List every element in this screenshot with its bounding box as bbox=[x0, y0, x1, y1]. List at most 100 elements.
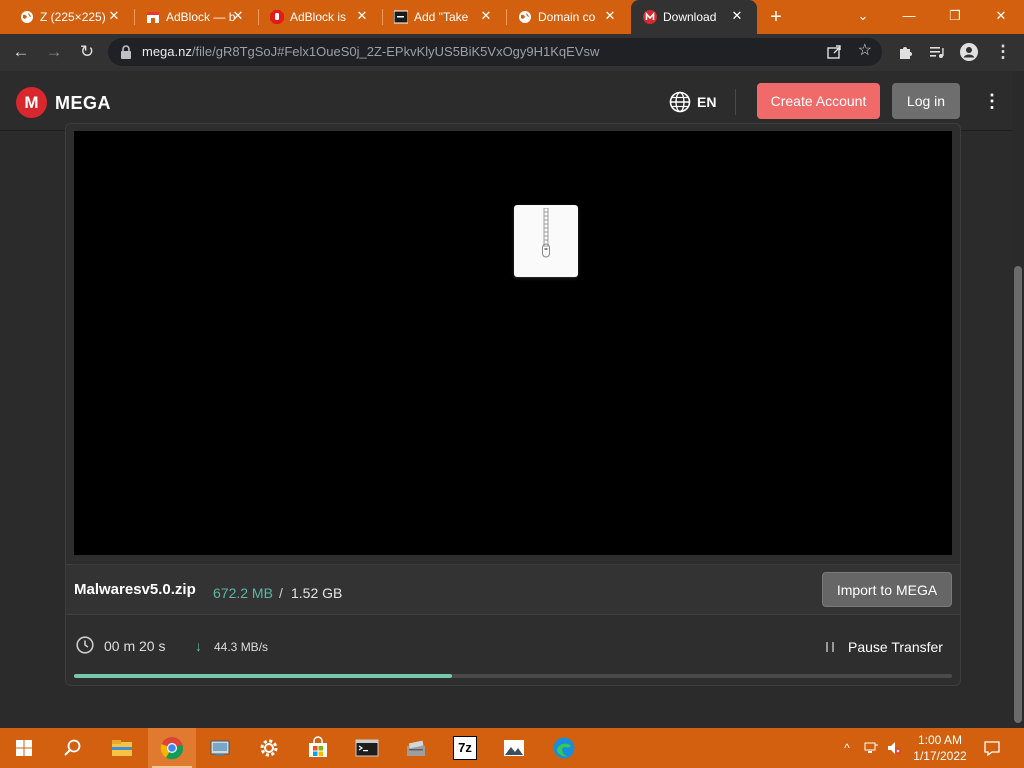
taskbar-settings[interactable] bbox=[245, 728, 293, 768]
size-separator: / bbox=[279, 585, 283, 601]
taskbar-installer[interactable] bbox=[392, 728, 440, 768]
adblock-hand-icon bbox=[270, 10, 284, 24]
download-progress-fill bbox=[74, 674, 452, 678]
browser-tab-2[interactable]: AdBlock — best ✕ bbox=[134, 0, 259, 34]
file-explorer-icon bbox=[112, 740, 132, 756]
more-menu-icon[interactable]: ⋮ bbox=[982, 89, 1002, 113]
page-scrollbar[interactable] bbox=[1012, 71, 1024, 728]
extensions-icon[interactable] bbox=[896, 42, 916, 62]
browser-tab-4[interactable]: Add "Take ✕ bbox=[382, 0, 507, 34]
control-panel-icon bbox=[210, 740, 230, 756]
close-tab-icon[interactable]: ✕ bbox=[354, 8, 370, 24]
log-in-button[interactable]: Log in bbox=[892, 83, 960, 119]
taskbar-7zip[interactable]: 7z bbox=[441, 728, 489, 768]
tab-title: Z (225×225) bbox=[40, 10, 106, 24]
installer-icon bbox=[407, 740, 425, 756]
mega-icon bbox=[643, 10, 657, 24]
browser-tab-1[interactable]: Z (225×225) ✕ bbox=[8, 0, 135, 34]
browser-menu-button[interactable]: ⋮ bbox=[991, 40, 1015, 64]
start-button[interactable] bbox=[0, 728, 48, 768]
browser-tab-strip: Z (225×225) ✕ AdBlock — best ✕ AdBlock i… bbox=[0, 0, 1024, 34]
mega-logo-letter: M bbox=[24, 93, 39, 112]
mega-wordmark[interactable]: MEGA bbox=[55, 93, 111, 113]
close-tab-icon[interactable]: ✕ bbox=[106, 8, 122, 24]
create-account-button[interactable]: Create Account bbox=[757, 83, 880, 119]
tab-title: Add "Take bbox=[414, 10, 469, 24]
scrollbar-thumb[interactable] bbox=[1014, 266, 1022, 723]
system-clock[interactable]: 1:00 AM 1/17/2022 bbox=[912, 732, 968, 764]
show-hidden-icons-button[interactable]: ^ bbox=[839, 740, 855, 756]
restore-button[interactable]: ❐ bbox=[932, 0, 978, 34]
close-tab-icon[interactable]: ✕ bbox=[478, 8, 494, 24]
close-tab-icon[interactable]: ✕ bbox=[602, 8, 618, 24]
new-tab-button[interactable]: + bbox=[766, 7, 786, 27]
chrome-icon bbox=[160, 737, 184, 760]
profile-avatar-icon[interactable] bbox=[959, 42, 979, 62]
tab-search-button[interactable]: ⌄ bbox=[840, 0, 886, 34]
taskbar-microsoft-store[interactable] bbox=[294, 728, 342, 768]
tab-title: AdBlock is bbox=[290, 10, 347, 24]
lock-icon[interactable] bbox=[120, 45, 132, 59]
windows-taskbar: 7z ^ 1:00 AM 1/17/2022 bbox=[0, 728, 1024, 768]
url-path: /file/gR8TgSoJ#Felx1OueS0j_2Z-EPkvKlyUS5… bbox=[191, 44, 600, 59]
share-icon[interactable] bbox=[826, 44, 842, 60]
address-bar[interactable]: mega.nz/file/gR8TgSoJ#Felx1OueS0j_2Z-EPk… bbox=[108, 38, 882, 66]
microsoft-store-icon bbox=[309, 736, 327, 757]
minimize-button[interactable]: — bbox=[886, 0, 932, 34]
7zip-icon: 7z bbox=[453, 736, 477, 760]
language-label: EN bbox=[697, 94, 717, 110]
mega-logo-icon[interactable]: M bbox=[16, 87, 47, 118]
taskbar-photos[interactable] bbox=[490, 728, 538, 768]
clock-icon bbox=[76, 636, 94, 654]
close-tab-icon[interactable]: ✕ bbox=[729, 8, 745, 24]
url-host: mega.nz bbox=[142, 44, 192, 59]
network-icon[interactable] bbox=[863, 740, 879, 756]
download-speed: 44.3 MB/s bbox=[214, 640, 269, 654]
browser-toolbar: ← → ↻ mega.nz/file/gR8TgSoJ#Felx1OueS0j_… bbox=[0, 34, 1024, 71]
close-tab-icon[interactable]: ✕ bbox=[230, 8, 246, 24]
download-arrow-icon: ↓ bbox=[195, 638, 202, 654]
back-button[interactable]: ← bbox=[9, 40, 33, 64]
taskbar-edge[interactable] bbox=[540, 728, 588, 768]
downloaded-size: 672.2 MB bbox=[213, 585, 273, 601]
forward-button[interactable]: → bbox=[42, 40, 66, 64]
taskbar-command-prompt[interactable] bbox=[343, 728, 391, 768]
taskbar-file-explorer[interactable] bbox=[98, 728, 146, 768]
taskbar-search-button[interactable] bbox=[48, 728, 96, 768]
adblock-store-icon bbox=[147, 12, 159, 23]
media-queue-icon[interactable] bbox=[927, 42, 947, 62]
url-text[interactable]: mega.nz/file/gR8TgSoJ#Felx1OueS0j_2Z-EPk… bbox=[142, 45, 599, 59]
photos-icon bbox=[504, 740, 524, 756]
close-window-button[interactable]: ✕ bbox=[978, 0, 1024, 34]
import-to-mega-button[interactable]: Import to MEGA bbox=[822, 572, 952, 607]
pause-transfer-button[interactable]: Pause Transfer bbox=[848, 639, 943, 655]
7zip-icon-label: 7z bbox=[458, 740, 472, 755]
command-prompt-icon bbox=[355, 739, 379, 757]
download-progress-track bbox=[74, 674, 952, 678]
reload-button[interactable]: ↻ bbox=[75, 40, 99, 64]
globe-icon bbox=[21, 11, 33, 23]
edge-icon bbox=[553, 737, 575, 759]
browser-tab-5[interactable]: Domain co ✕ bbox=[506, 0, 630, 34]
tab-title: Domain co bbox=[538, 10, 596, 24]
browser-tab-6-active[interactable]: Download ✕ bbox=[631, 0, 757, 34]
zip-file-icon bbox=[514, 205, 578, 277]
search-icon bbox=[64, 739, 81, 756]
taskbar-control-panel[interactable] bbox=[196, 728, 244, 768]
settings-icon bbox=[260, 739, 278, 757]
terminal-icon bbox=[394, 10, 408, 24]
tab-title: Download bbox=[663, 10, 717, 24]
pause-icon[interactable] bbox=[825, 641, 835, 653]
transfer-status-bar: 00 m 20 s ↓ 44.3 MB/s Pause Transfer bbox=[66, 616, 960, 664]
volume-muted-icon[interactable] bbox=[886, 740, 902, 756]
bookmark-star-icon[interactable]: ☆ bbox=[858, 42, 872, 60]
globe-icon bbox=[519, 11, 531, 23]
browser-tab-3[interactable]: AdBlock is ✕ bbox=[258, 0, 383, 34]
file-preview-area bbox=[74, 131, 952, 555]
zipper-icon bbox=[542, 208, 550, 258]
language-selector[interactable]: EN bbox=[669, 91, 716, 113]
notifications-icon[interactable] bbox=[983, 739, 1001, 757]
clock-time: 1:00 AM bbox=[917, 733, 963, 747]
taskbar-chrome[interactable] bbox=[148, 728, 196, 768]
time-remaining: 00 m 20 s bbox=[104, 638, 166, 654]
